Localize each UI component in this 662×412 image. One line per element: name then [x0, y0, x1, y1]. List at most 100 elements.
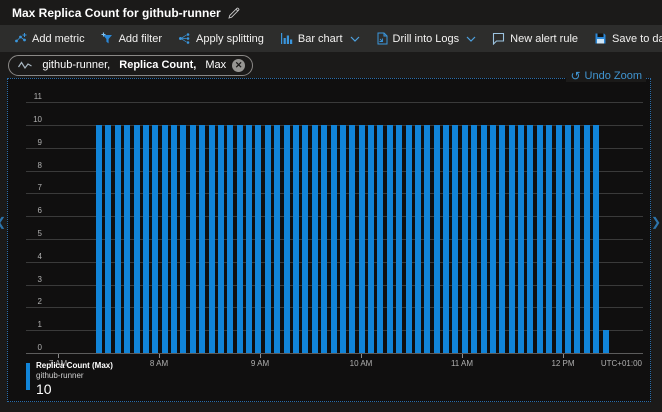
chart-bar[interactable] — [518, 125, 525, 353]
gridline — [26, 353, 643, 354]
y-axis-tick-label: 4 — [37, 251, 42, 261]
chart-bar[interactable] — [396, 125, 403, 353]
save-to-dashboard-label: Save to dashboard — [612, 32, 662, 45]
chart-bar[interactable] — [246, 125, 253, 353]
metric-pill[interactable]: github-runner, Replica Count, Max ✕ — [8, 54, 254, 76]
chart-bar[interactable] — [217, 125, 224, 353]
legend-current-value: 10 — [36, 381, 52, 397]
chart-bar[interactable] — [443, 125, 450, 353]
chart-bar[interactable] — [152, 125, 159, 353]
chart-bar[interactable] — [574, 125, 581, 353]
pill-resource: github-runner, — [42, 59, 114, 71]
chart-bar[interactable] — [142, 125, 149, 353]
chart-bar[interactable] — [330, 125, 337, 353]
chart-bar[interactable] — [499, 125, 506, 353]
chart-bar[interactable] — [255, 125, 262, 353]
chart-bar[interactable] — [161, 125, 168, 353]
chart-bar[interactable] — [489, 125, 496, 353]
chart-bar[interactable] — [311, 125, 318, 353]
chart-bar[interactable] — [339, 125, 346, 353]
add-metric-label: Add metric — [32, 32, 85, 45]
chart-type-button[interactable]: Bar chart — [272, 25, 368, 52]
chart-bar[interactable] — [349, 125, 356, 353]
chart-bar[interactable] — [555, 125, 562, 353]
chart-bar[interactable] — [546, 125, 553, 353]
add-filter-icon — [101, 32, 114, 45]
chart-bar[interactable] — [565, 125, 571, 353]
chart-bar[interactable] — [321, 125, 328, 353]
chart-bar[interactable] — [264, 125, 271, 353]
drill-into-logs-button[interactable]: Drill into Logs — [368, 25, 485, 52]
metrics-chart-container[interactable]: ↺ Undo Zoom 0 1 2 3 4 5 6 7 8 9 10 11 7 AM 8 AM 9 AM 10… — [7, 70, 651, 402]
chart-bar[interactable] — [171, 125, 178, 353]
chart-bar[interactable] — [452, 125, 459, 353]
new-alert-rule-button[interactable]: New alert rule — [484, 25, 586, 52]
save-to-dashboard-button[interactable]: Save to dashboard — [586, 25, 662, 52]
y-axis-tick-label: 6 — [37, 206, 42, 216]
chart-bar[interactable] — [133, 125, 140, 353]
chart-bar[interactable] — [283, 125, 290, 353]
y-axis-tick-label: 7 — [37, 183, 42, 193]
x-axis-tick — [58, 354, 59, 358]
apply-splitting-label: Apply splitting — [196, 32, 264, 45]
apply-splitting-button[interactable]: Apply splitting — [170, 25, 272, 52]
chart-bar[interactable] — [114, 125, 121, 353]
x-axis-tick-label: 8 AM — [149, 359, 169, 368]
chart-bar[interactable] — [124, 125, 131, 353]
metric-pill-row: github-runner, Replica Count, Max ✕ — [0, 52, 662, 78]
chart-bar[interactable] — [424, 125, 431, 353]
drill-logs-icon — [376, 32, 388, 45]
legend-resource-name: github-runner — [36, 371, 84, 380]
remove-metric-icon[interactable]: ✕ — [232, 58, 246, 72]
chart-bar[interactable] — [527, 125, 534, 353]
chevron-right-icon[interactable]: ❯ — [651, 215, 661, 229]
new-alert-rule-label: New alert rule — [510, 32, 579, 45]
y-axis-tick-label: 2 — [37, 297, 42, 307]
chart-bar[interactable] — [105, 125, 112, 353]
chart-bar[interactable] — [180, 125, 187, 353]
y-axis-tick-label: 10 — [33, 115, 42, 124]
chart-bar[interactable] — [414, 125, 421, 353]
chart-legend[interactable]: Replica Count (Max) github-runner 10 — [26, 361, 113, 397]
pill-metric: Replica Count, — [119, 59, 197, 71]
chart-bar[interactable] — [461, 125, 468, 353]
chart-bar[interactable] — [471, 125, 478, 353]
chart-bar[interactable] — [602, 330, 609, 353]
plot-area[interactable]: 0 1 2 3 4 5 6 7 8 9 10 11 7 AM 8 AM 9 AM 10 AM 11 AM 12 P… — [8, 79, 650, 401]
chart-bar[interactable] — [292, 125, 299, 353]
chart-bar[interactable] — [227, 125, 234, 353]
bar-chart-icon — [280, 32, 293, 45]
gridline — [26, 102, 643, 104]
metrics-toolbar: Add metric Add filter Apply splitting Ba… — [0, 25, 662, 52]
chart-bar[interactable] — [480, 125, 487, 353]
x-axis-tick-label: 11 AM — [450, 359, 474, 368]
legend-metric-name: Replica Count (Max) — [36, 361, 113, 370]
chart-title-row: Max Replica Count for github-runner — [0, 0, 662, 25]
chart-bar[interactable] — [96, 125, 102, 353]
chart-bar[interactable] — [508, 125, 515, 353]
chart-bar[interactable] — [536, 125, 543, 353]
chart-bar[interactable] — [208, 125, 215, 353]
apply-splitting-icon — [178, 32, 191, 45]
y-axis-tick-label: 11 — [33, 92, 42, 102]
chart-bar[interactable] — [583, 125, 590, 353]
add-filter-button[interactable]: Add filter — [93, 25, 170, 52]
chart-bar[interactable] — [236, 125, 243, 353]
chevron-left-icon[interactable]: ❮ — [0, 215, 6, 229]
chart-bar[interactable] — [593, 125, 600, 353]
chart-bar[interactable] — [274, 125, 281, 353]
chart-bar[interactable] — [189, 125, 196, 353]
chart-bar[interactable] — [433, 125, 440, 353]
chart-bar[interactable] — [405, 125, 412, 353]
chart-bar[interactable] — [199, 125, 206, 353]
y-axis-tick-label: 9 — [37, 137, 42, 147]
chart-bar[interactable] — [386, 125, 393, 353]
y-axis-tick-label: 0 — [37, 343, 42, 352]
chart-bar[interactable] — [302, 125, 309, 353]
chart-bar[interactable] — [358, 125, 365, 353]
x-axis-tick — [563, 354, 564, 358]
chevron-down-icon — [350, 36, 360, 42]
chart-bar[interactable] — [377, 125, 384, 353]
chart-bar[interactable] — [368, 125, 375, 353]
edit-title-icon[interactable] — [227, 7, 240, 19]
